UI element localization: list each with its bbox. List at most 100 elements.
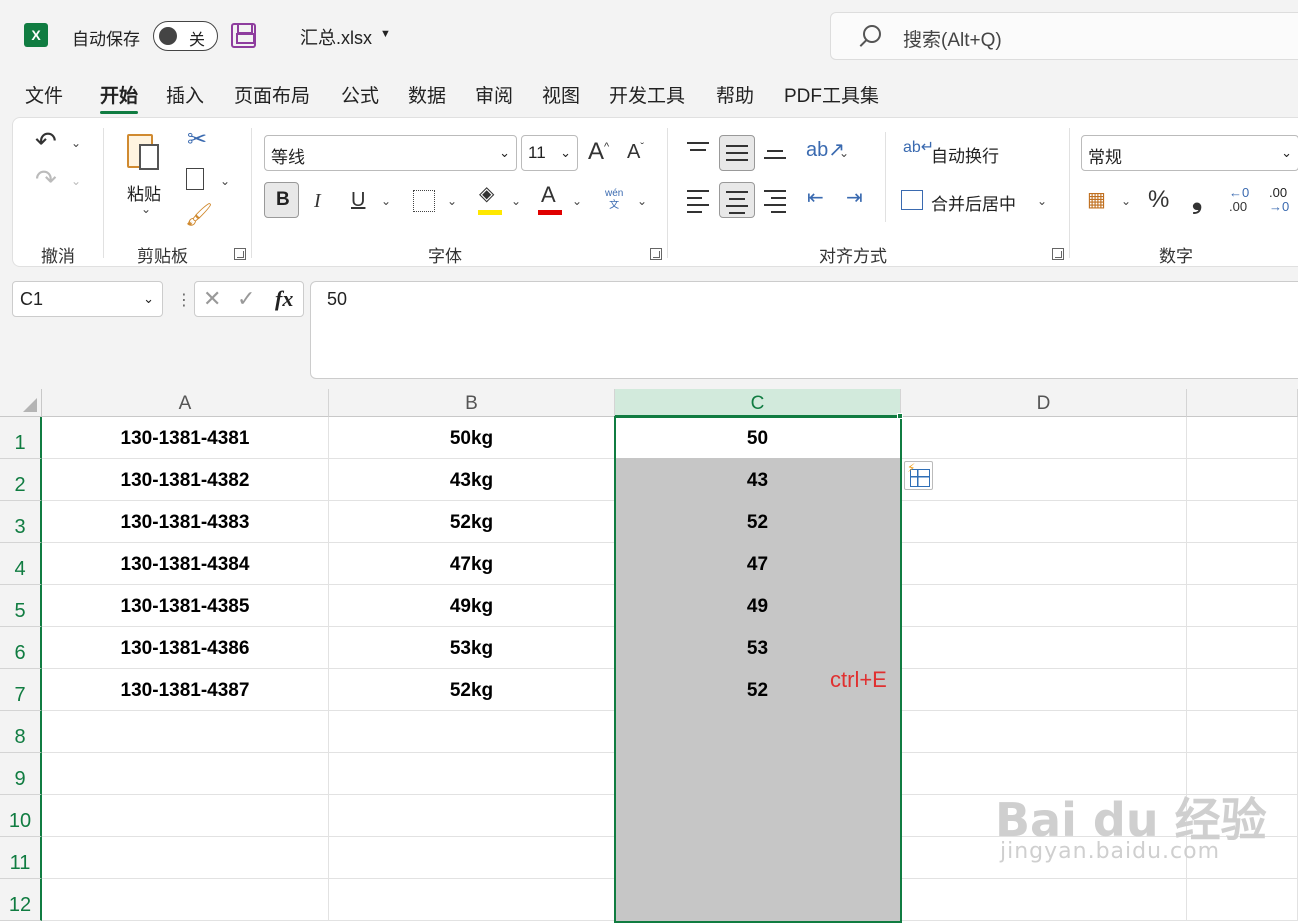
cell-c[interactable]: 49 [615,585,901,627]
row-header[interactable]: 3 [0,501,42,543]
chevron-down-icon[interactable]: ⌄ [220,174,230,188]
cell-b[interactable]: 47kg [329,543,615,585]
fill-handle[interactable] [897,413,903,419]
cell-d[interactable] [901,417,1187,459]
cell-a[interactable]: 130-1381-4382 [42,459,329,501]
underline-button[interactable]: U [351,190,365,210]
cell-a[interactable]: 130-1381-4383 [42,501,329,543]
cell-b[interactable] [329,879,615,921]
insert-function-icon[interactable]: fx [275,286,293,312]
chevron-down-icon[interactable]: ⌄ [71,136,81,150]
cell-e[interactable] [1187,543,1298,585]
cancel-icon[interactable]: ✕ [203,286,221,312]
cell-e[interactable] [1187,585,1298,627]
cell-b[interactable] [329,711,615,753]
column-header-e[interactable] [1187,389,1298,417]
cell-b[interactable]: 49kg [329,585,615,627]
cell-a[interactable] [42,753,329,795]
undo-icon[interactable]: ↶ [35,128,57,154]
accounting-format-icon[interactable]: ▦ [1087,190,1106,210]
chevron-down-icon[interactable]: ⌄ [447,194,457,208]
row-header[interactable]: 4 [0,543,42,585]
merge-center-button[interactable]: 合并后居中 [931,190,1016,215]
font-launcher-icon[interactable] [650,248,662,260]
chevron-down-icon[interactable]: ⌄ [141,202,151,216]
comma-button[interactable]: ❟ [1192,186,1202,212]
cell-a[interactable]: 130-1381-4386 [42,627,329,669]
cell-c[interactable] [615,795,901,837]
increase-decimal-icon[interactable]: ←0 .00 [1229,186,1249,214]
cell-c[interactable]: 53 [615,627,901,669]
autosave-toggle[interactable]: 关 [153,21,218,51]
fill-color-icon[interactable]: ◈ [479,184,494,204]
row-header[interactable]: 9 [0,753,42,795]
grow-font-icon[interactable]: A^ [588,140,609,164]
number-format-select[interactable]: 常规 ⌄ [1081,135,1298,171]
cell-b[interactable] [329,795,615,837]
tab-review[interactable]: 审阅 [475,81,513,108]
merge-center-icon[interactable] [901,190,923,210]
cell-e[interactable] [1187,417,1298,459]
tab-file[interactable]: 文件 [25,81,63,108]
chevron-down-icon[interactable]: ⌄ [511,194,521,208]
column-header-b[interactable]: B [329,389,615,417]
cell-a[interactable]: 130-1381-4384 [42,543,329,585]
cell-d[interactable] [901,711,1187,753]
column-header-c[interactable]: C [615,389,901,417]
clipboard-launcher-icon[interactable] [234,248,246,260]
cell-b[interactable]: 50kg [329,417,615,459]
align-bottom-icon[interactable] [764,150,786,164]
cell-e[interactable] [1187,711,1298,753]
phonetic-icon[interactable]: wén 文 [605,188,623,212]
cell-b[interactable]: 53kg [329,627,615,669]
cell-d[interactable] [901,459,1187,501]
cell-c[interactable]: 50 [615,417,901,459]
format-painter-icon[interactable]: 🖌 [185,204,213,226]
cell-b[interactable]: 52kg [329,501,615,543]
cell-e[interactable] [1187,669,1298,711]
copy-icon[interactable] [186,168,204,190]
cell-c[interactable]: 52 [615,501,901,543]
paste-icon[interactable] [127,130,163,172]
row-header[interactable]: 6 [0,627,42,669]
cell-d[interactable] [901,585,1187,627]
tab-insert[interactable]: 插入 [166,81,204,108]
decrease-indent-icon[interactable]: ⇤ [807,188,824,208]
cell-d[interactable] [901,543,1187,585]
chevron-down-icon[interactable]: ⌄ [71,174,81,188]
cell-e[interactable] [1187,627,1298,669]
tab-data[interactable]: 数据 [408,81,446,108]
percent-button[interactable]: % [1148,188,1169,212]
align-left-icon[interactable] [687,190,709,218]
cell-a[interactable]: 130-1381-4385 [42,585,329,627]
flash-fill-options-icon[interactable] [904,461,933,490]
chevron-down-icon[interactable]: ⌄ [637,194,647,208]
align-top-icon[interactable] [687,142,709,156]
tab-pdf-tools[interactable]: PDF工具集 [784,81,879,108]
cell-a[interactable] [42,795,329,837]
align-middle-button[interactable] [719,135,755,171]
row-header[interactable]: 10 [0,795,42,837]
cell-c[interactable] [615,879,901,921]
shrink-font-icon[interactable]: Aˇ [627,142,644,162]
cell-a[interactable]: 130-1381-4381 [42,417,329,459]
cell-a[interactable]: 130-1381-4387 [42,669,329,711]
align-right-icon[interactable] [764,190,786,218]
cell-d[interactable] [901,669,1187,711]
formula-bar-grip-icon[interactable]: ⋮ [176,290,192,310]
cell-c[interactable] [615,711,901,753]
tab-formulas[interactable]: 公式 [341,81,379,108]
font-color-icon[interactable]: A [541,184,556,206]
row-header[interactable]: 1 [0,417,42,459]
formula-input[interactable]: 50 [310,281,1298,379]
cell-c[interactable]: 43 [615,459,901,501]
row-header[interactable]: 5 [0,585,42,627]
tab-view[interactable]: 视图 [542,81,580,108]
search-input[interactable]: 搜索(Alt+Q) [830,12,1298,60]
align-center-button[interactable] [719,182,755,218]
chevron-down-icon[interactable]: ⌄ [839,146,849,160]
chevron-down-icon[interactable]: ⌄ [1037,194,1047,208]
cell-c[interactable]: 47 [615,543,901,585]
cell-b[interactable]: 52kg [329,669,615,711]
cell-b[interactable]: 43kg [329,459,615,501]
